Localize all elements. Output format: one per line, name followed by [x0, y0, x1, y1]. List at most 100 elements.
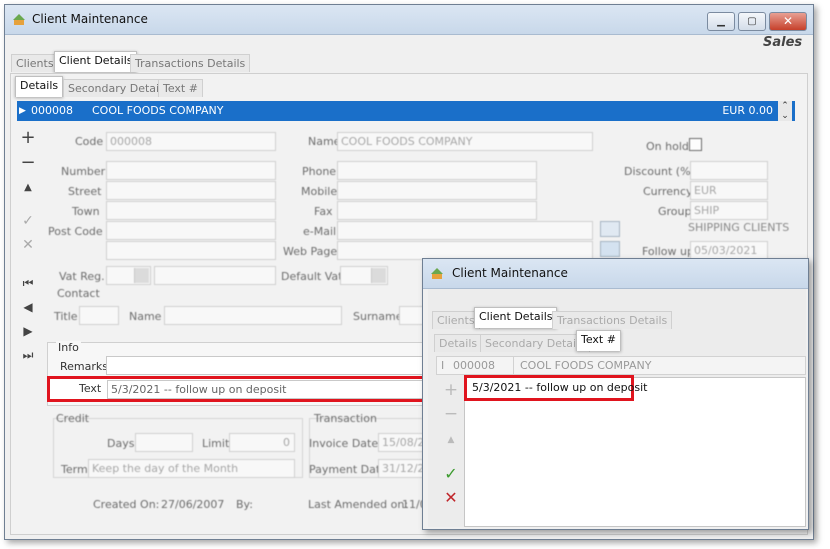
web-page-label: Web Page: [283, 245, 338, 258]
popup-delete-icon[interactable]: −: [442, 405, 460, 423]
created-on-value: 27/06/2007: [161, 498, 225, 511]
email-label: e-Mail: [303, 225, 337, 238]
first-record-icon[interactable]: ⏮: [19, 274, 37, 292]
next-record-icon[interactable]: ▶: [19, 322, 37, 340]
surname-label: Surname: [353, 310, 403, 323]
tab-clients[interactable]: Clients: [11, 54, 59, 72]
app-icon: [431, 268, 443, 279]
tab-text[interactable]: Text #: [158, 79, 203, 97]
discount-label: Discount (%): [624, 165, 695, 178]
popup-tab-details[interactable]: Details: [434, 334, 483, 352]
last-amended-label: Last Amended on:: [308, 498, 409, 511]
popup-confirm-icon[interactable]: ✓: [442, 465, 460, 483]
limit-field[interactable]: 0: [229, 433, 295, 452]
street-field[interactable]: [106, 181, 276, 200]
town-field[interactable]: [106, 201, 276, 220]
created-on-label: Created On:: [93, 498, 160, 511]
record-code: 000008: [31, 104, 73, 117]
popup-tab-text[interactable]: Text #: [576, 330, 621, 351]
default-vat-combo[interactable]: [340, 266, 388, 285]
limit-label: Limit: [202, 437, 230, 450]
last-record-icon[interactable]: ⏭: [19, 346, 37, 364]
move-up-icon[interactable]: ▲: [19, 179, 37, 197]
name-label: Name: [308, 135, 341, 148]
title-field[interactable]: [79, 306, 119, 325]
by-label: By:: [236, 498, 253, 511]
brand-label: Sales: [763, 35, 803, 50]
chevron-down-icon: [134, 268, 149, 283]
popup-tab-secondary-details[interactable]: Secondary Details: [480, 334, 590, 352]
group-label: Group: [658, 205, 692, 218]
term-combo[interactable]: Keep the day of the Month: [88, 459, 295, 478]
code-label: Code: [75, 135, 104, 148]
remarks-label: Remarks: [60, 360, 108, 373]
text-field[interactable]: 5/3/2021 -- follow up on deposit: [107, 380, 432, 399]
on-hold-checkbox[interactable]: [689, 138, 702, 151]
popup-tab-clients[interactable]: Clients: [432, 311, 480, 329]
cancel-icon[interactable]: ✕: [19, 236, 37, 254]
post-code-label: Post Code: [48, 225, 103, 238]
text-field-highlight: Text 5/3/2021 -- follow up on deposit: [47, 376, 432, 402]
payment-date-label: Payment Date: [309, 463, 387, 476]
confirm-icon[interactable]: ✓: [19, 212, 37, 230]
popup-tab-client-details[interactable]: Client Details: [474, 307, 558, 328]
mobile-field[interactable]: [337, 181, 537, 200]
name-field[interactable]: COOL FOODS COMPANY: [337, 132, 593, 151]
payment-date-field[interactable]: 31/12/20: [378, 459, 427, 478]
email-field[interactable]: [337, 221, 593, 240]
fax-field[interactable]: [337, 201, 537, 220]
vat-reg-label: Vat Reg.: [59, 270, 105, 283]
number-field[interactable]: [106, 161, 276, 180]
term-label: Term: [61, 463, 88, 476]
add-record-icon[interactable]: +: [19, 129, 37, 147]
number-label: Number: [61, 165, 106, 178]
popup-cancel-icon[interactable]: ✕: [442, 489, 460, 507]
popup-window-title: Client Maintenance: [452, 266, 568, 280]
address-extra-field[interactable]: [106, 241, 276, 260]
fax-label: Fax: [314, 205, 333, 218]
tab-details[interactable]: Details: [15, 76, 64, 97]
text-label: Text: [79, 382, 102, 395]
currency-combo[interactable]: EUR: [690, 181, 768, 200]
remarks-field[interactable]: [106, 356, 436, 375]
contact-name-label: Name: [129, 310, 162, 323]
discount-field[interactable]: [690, 161, 768, 180]
tab-secondary-details[interactable]: Secondary Details: [63, 79, 173, 97]
tab-client-details[interactable]: Client Details: [54, 51, 138, 72]
delete-record-icon[interactable]: −: [19, 154, 37, 172]
days-field[interactable]: [135, 433, 193, 452]
mobile-label: Mobile: [301, 185, 338, 198]
popup-body: Clients Client Details Transactions Deta…: [428, 289, 806, 527]
street-label: Street: [68, 185, 102, 198]
transaction-label: Transaction: [314, 412, 377, 425]
record-name: COOL FOODS COMPANY: [92, 104, 224, 117]
phone-field[interactable]: [337, 161, 537, 180]
popup-text-value[interactable]: 5/3/2021 -- follow up on deposit: [472, 381, 647, 394]
close-button[interactable]: ✕: [769, 12, 807, 31]
popup-record-selector[interactable]: I 000008 COOL FOODS COMPANY: [436, 356, 806, 375]
previous-record-icon[interactable]: ◀: [19, 298, 37, 316]
record-selector[interactable]: ▶ 000008 COOL FOODS COMPANY EUR 0.00 ⌃ ⌄: [17, 101, 795, 121]
invoice-date-field[interactable]: 15/08/20: [378, 433, 427, 452]
group-combo[interactable]: SHIP: [690, 201, 768, 220]
vat-reg-field[interactable]: [154, 266, 276, 285]
chevron-down-icon: [371, 268, 386, 283]
code-field[interactable]: 000008: [106, 132, 276, 151]
default-vat-label: Default Vat: [281, 270, 343, 283]
record-indicator-icon: ▶: [19, 106, 26, 116]
email-send-icon[interactable]: [600, 221, 620, 237]
popup-tab-transactions-details[interactable]: Transactions Details: [552, 311, 673, 329]
post-code-field[interactable]: [106, 221, 276, 240]
tab-transactions-details[interactable]: Transactions Details: [130, 54, 251, 72]
minimize-button[interactable]: ▁: [707, 12, 735, 31]
contact-label: Contact: [57, 287, 100, 300]
popup-add-icon[interactable]: +: [442, 381, 460, 399]
days-label: Days: [107, 437, 135, 450]
maximize-button[interactable]: ▢: [738, 12, 766, 31]
contact-name-field[interactable]: [164, 306, 342, 325]
popup-move-up-icon[interactable]: ▲: [442, 431, 460, 449]
record-scroll-icon[interactable]: ⌃ ⌄: [778, 101, 792, 121]
vat-reg-combo[interactable]: [106, 266, 151, 285]
info-group-label: Info: [56, 341, 81, 354]
web-open-icon[interactable]: [600, 241, 620, 257]
